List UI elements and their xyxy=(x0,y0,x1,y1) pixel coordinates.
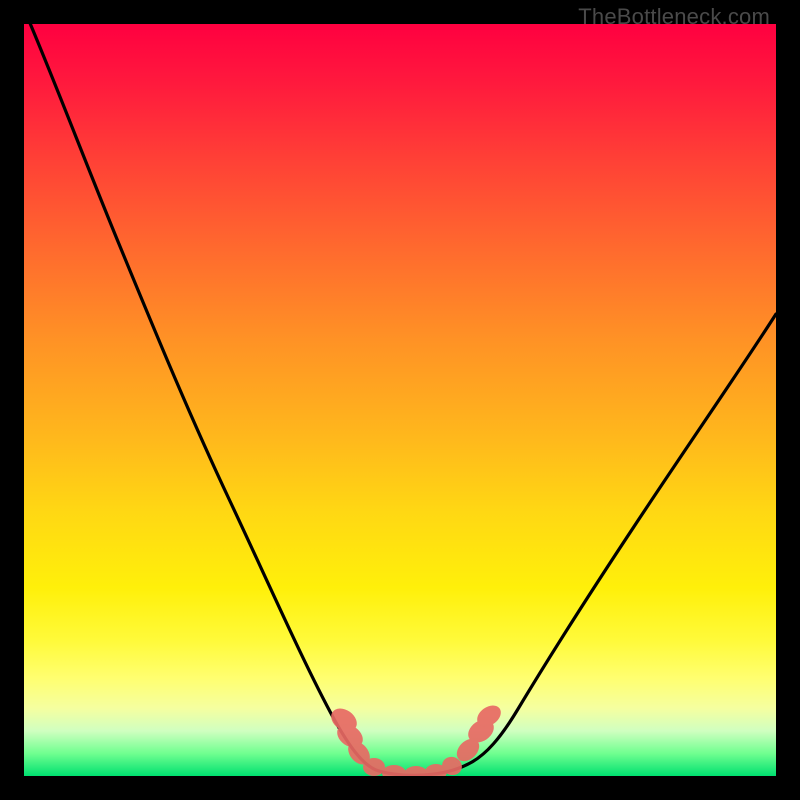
chart-frame xyxy=(0,0,800,800)
watermark: TheBottleneck.com xyxy=(578,4,770,30)
